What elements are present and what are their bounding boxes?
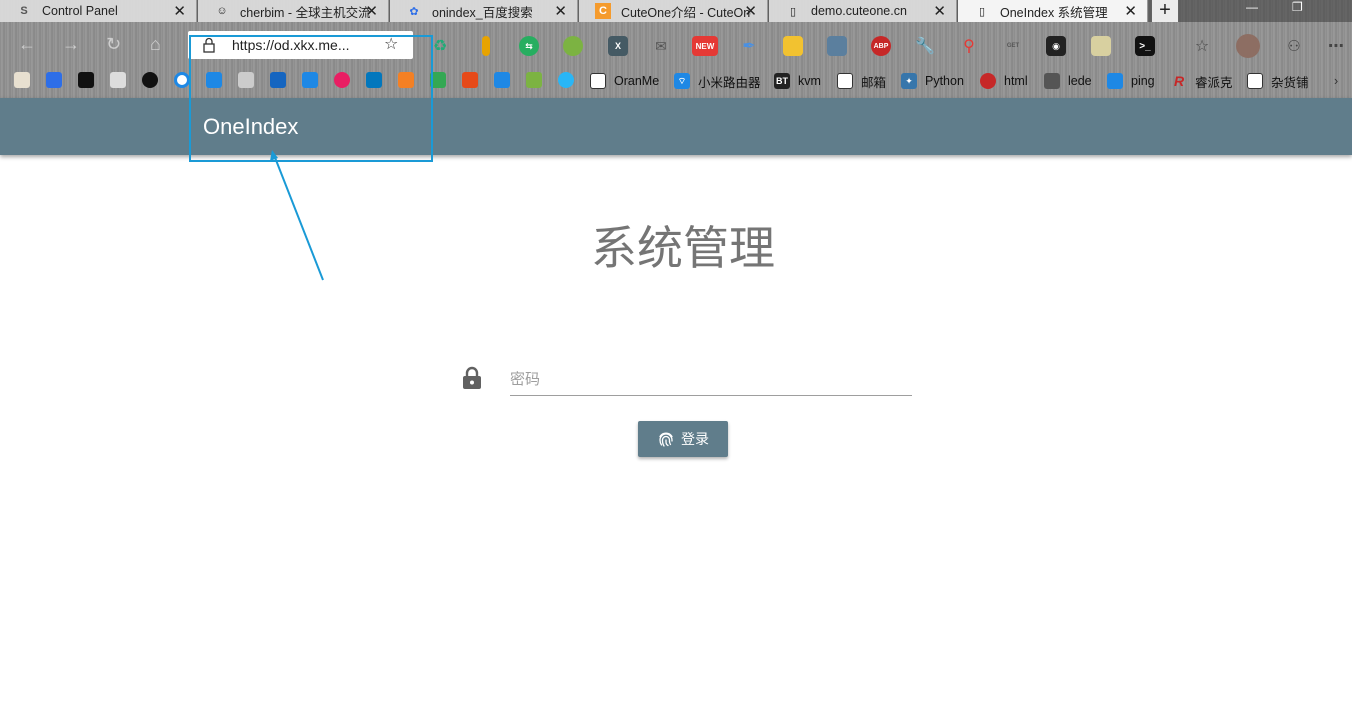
page-title: 系统管理 — [591, 221, 775, 275]
login-button[interactable]: 登录 — [638, 421, 728, 457]
annotation-arrow — [270, 150, 324, 281]
login-label: 登录 — [681, 432, 709, 448]
password-input[interactable] — [510, 362, 912, 396]
lock-icon — [463, 366, 481, 389]
fingerprint-icon — [659, 432, 673, 447]
